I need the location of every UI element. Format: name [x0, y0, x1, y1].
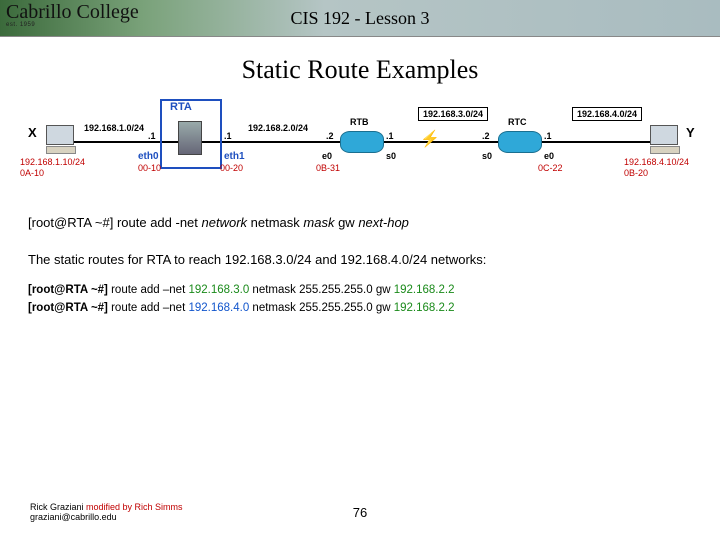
- lesson-title: CIS 192 - Lesson 3: [291, 8, 430, 29]
- host-x: [46, 125, 76, 153]
- cmd-prompt: [root@RTA ~#]: [28, 302, 111, 314]
- syntax-cmd: route add -net: [117, 215, 202, 230]
- rtc-e0-ip: .1: [544, 131, 552, 142]
- rtc-router-icon: [498, 131, 542, 153]
- serial-link-icon: ⚡: [420, 129, 440, 149]
- syntax-network: network: [202, 215, 248, 230]
- rta-e1-mac: 00-20: [220, 163, 243, 174]
- cmd-pre: route add –net: [111, 284, 188, 296]
- rtb-label: RTB: [350, 117, 369, 128]
- rtc-s0: s0: [482, 151, 492, 162]
- hostx-ip: 192.168.1.10/24: [20, 157, 85, 168]
- route-syntax: [root@RTA ~#] route add -net network net…: [28, 215, 692, 230]
- hosty-mac: 0B-20: [624, 168, 648, 179]
- cmd-pre: route add –net: [111, 302, 188, 314]
- label-y: Y: [686, 125, 695, 141]
- net4: 192.168.4.0/24: [572, 107, 642, 121]
- eth1-label: eth1: [224, 151, 245, 162]
- cmd-prompt: [root@RTA ~#]: [28, 284, 111, 296]
- cmd-gw: 192.168.2.2: [394, 302, 455, 314]
- net1: 192.168.1.0/24: [84, 123, 144, 134]
- rtc-e0: e0: [544, 151, 554, 162]
- rta-e0-mac: 00-10: [138, 163, 161, 174]
- author-email: graziani@cabrillo.edu: [30, 512, 117, 522]
- rta-e1-ip: .1: [224, 131, 232, 142]
- modified-by: modified by Rich Simms: [86, 502, 183, 512]
- rtb-router-icon: [340, 131, 384, 153]
- author: Rick Graziani: [30, 502, 86, 512]
- rta-router-icon: [178, 121, 202, 155]
- net2: 192.168.2.0/24: [248, 123, 308, 134]
- rta-e0-ip: .1: [148, 131, 156, 142]
- syntax-kw-mask: netmask: [247, 215, 303, 230]
- college-name: Cabrillo College: [6, 1, 139, 23]
- cmd-net: 192.168.4.0: [188, 302, 249, 314]
- rtc-e0-mac: 0C-22: [538, 163, 563, 174]
- cmd-gw: 192.168.2.2: [394, 284, 455, 296]
- rtb-s0-ip: .1: [386, 131, 394, 142]
- cmd-mid: netmask 255.255.255.0 gw: [249, 302, 394, 314]
- rtc-s0-ip: .2: [482, 131, 490, 142]
- syntax-prompt: [root@RTA ~#]: [28, 215, 117, 230]
- syntax-mask: mask: [303, 215, 334, 230]
- hostx-mac: 0A-10: [20, 168, 44, 179]
- header-bar: Cabrillo College est. 1959 CIS 192 - Les…: [0, 0, 720, 37]
- label-x: X: [28, 125, 37, 141]
- cmd-mid: netmask 255.255.255.0 gw: [249, 284, 394, 296]
- rtc-label: RTC: [508, 117, 527, 128]
- cmd-net: 192.168.3.0: [188, 284, 249, 296]
- content-area: [root@RTA ~#] route add -net network net…: [0, 195, 720, 318]
- explain-text: The static routes for RTA to reach 192.1…: [28, 252, 692, 267]
- page-title: Static Route Examples: [0, 55, 720, 85]
- command-line: [root@RTA ~#] route add –net 192.168.4.0…: [28, 299, 692, 317]
- footer: Rick Graziani modified by Rich Simms gra…: [30, 502, 183, 522]
- page-number: 76: [353, 505, 367, 520]
- rtb-e0: e0: [322, 151, 332, 162]
- college-logo: Cabrillo College est. 1959: [6, 2, 139, 28]
- rtb-s0: s0: [386, 151, 396, 162]
- network-diagram: X 192.168.1.10/24 0A-10 192.168.1.0/24 R…: [20, 95, 700, 195]
- command-line: [root@RTA ~#] route add –net 192.168.3.0…: [28, 281, 692, 299]
- rtb-e0-mac: 0B-31: [316, 163, 340, 174]
- net3: 192.168.3.0/24: [418, 107, 488, 121]
- rtb-e0-ip: .2: [326, 131, 334, 142]
- syntax-kw-gw: gw: [334, 215, 358, 230]
- syntax-gw: next-hop: [358, 215, 409, 230]
- host-y: [650, 125, 680, 153]
- eth0-label: eth0: [138, 151, 159, 162]
- hosty-ip: 192.168.4.10/24: [624, 157, 689, 168]
- command-block: [root@RTA ~#] route add –net 192.168.3.0…: [28, 281, 692, 318]
- rta-label: RTA: [170, 101, 192, 113]
